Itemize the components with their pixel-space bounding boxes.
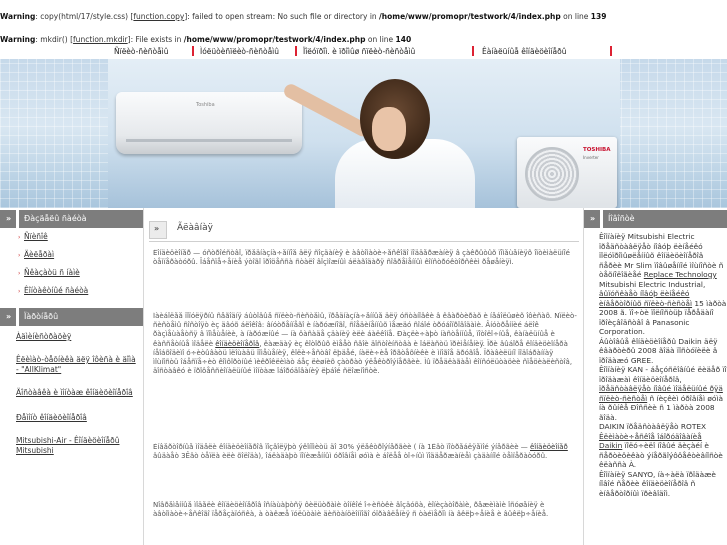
menu-item[interactable]: › Êîíòàêòíûé ñàéòà	[18, 286, 88, 295]
left-sidebar: » Ðàçäåëû ñàéòà › Ñïèñîê › Äèëåðàì › Ñêàçàò…	[0, 208, 143, 545]
conditioner-link[interactable]: êîíäèöèîíåð	[530, 443, 568, 451]
header-banner: Toshiba TOSHIBA Inverter	[0, 59, 727, 208]
warning-text: ]: failed to open stream: No such file o…	[184, 12, 380, 21]
indoor-unit-logo: Toshiba	[196, 102, 215, 108]
chevron-right-icon: »	[6, 214, 12, 223]
outdoor-ac-unit-image: TOSHIBA Inverter	[517, 137, 617, 208]
page-title: Ãëàâíàÿ	[177, 223, 213, 233]
nav-industrial-systems[interactable]: Ïîëóïðîì. è ïðîìûø ñïëèò-ñèñòåìû	[303, 47, 415, 56]
nav-multisplit-systems[interactable]: Ìóëüòèñïëèò-ñèñòåìû	[200, 47, 279, 56]
woman-face-image	[372, 107, 406, 151]
top-navigation: Ñïëèò-ñèñòåìû Ìóëüòèñïëèò-ñèñòåìû Ïîëóïð…	[108, 46, 620, 59]
fan-grille-icon	[525, 147, 579, 201]
body-paragraph: Íàèáîëåå ïîïóëÿðíû ñåãîäíÿ áûòîâûå ñïëèò…	[153, 312, 577, 376]
title-divider	[16, 210, 19, 228]
news-title: Íîâîñòè	[608, 214, 635, 223]
partner-link[interactable]: Êëèìàò-òåõíèêà äëÿ îôèñà è äîìà - "AllKl…	[16, 355, 140, 375]
news-item: DAIKIN ïðåäñòàâëÿåò ROTEX Êëèìàòè÷åñêîå …	[599, 422, 723, 469]
warning-text: : copy(html/17/style.css) [	[35, 12, 134, 21]
news-panel-title: » Íîâîñòè	[584, 210, 727, 228]
news-item: Êîìïàíèÿ Mitsubishi Electric ïðåäñòàâëÿå…	[599, 232, 724, 279]
php-warning-mkdir: Warning: mkdir() [function.mkdir]: File …	[0, 35, 411, 44]
chevron-right-icon: »	[149, 221, 167, 239]
warning-text: on line	[365, 35, 396, 44]
partners-title: Ïàðòíåðû	[24, 312, 59, 321]
toshiba-logo: TOSHIBA	[583, 147, 611, 153]
news-list: Êîìïàíèÿ Mitsubishi Electric ïðåäñòàâëÿå…	[599, 232, 727, 545]
menu-item[interactable]: › Ñêàçàòü ñ íàìè	[18, 268, 80, 277]
nav-split-systems[interactable]: Ñïëèò-ñèñòåìû	[114, 47, 169, 56]
warning-label: Warning	[0, 12, 36, 21]
nav-separator	[610, 46, 612, 56]
sections-panel-title: » Ðàçäåëû ñàéòà	[0, 210, 143, 228]
warning-line: 140	[395, 35, 412, 44]
php-warning-copy: Warning: copy(html/17/style.css) [functi…	[0, 12, 606, 21]
menu-item[interactable]: › Ñïèñîê	[18, 232, 48, 241]
intro-paragraph: Êîíäèöèîíåð — óñòðîéñòâî, ïðåäíàçíà÷åííî…	[153, 249, 570, 267]
title-divider	[600, 210, 603, 228]
partner-link[interactable]: Àäìèíèñòðàöèÿ	[16, 332, 140, 342]
news-item: Êîìïàíèÿ SANYO, íà÷àëà ïðîäàæè íîâîé ñåð…	[599, 469, 716, 498]
warning-text: : mkdir() [	[35, 35, 74, 44]
warning-text: ]: File exists in	[127, 35, 184, 44]
column-divider	[583, 208, 584, 545]
nav-separator	[295, 46, 297, 56]
features-paragraph: Ñîâðåìåííûå ìîäåëè êîíäèöèîíåðîâ îñíàùàþ…	[153, 501, 549, 519]
news-item: Êîìïàíèÿ KAN - áåçóñëîâíûé ëèäåð ïî ïðîä…	[599, 365, 727, 422]
nav-separator	[192, 46, 194, 56]
chevron-right-icon: »	[6, 312, 12, 321]
main-heading: » Ãëàâíàÿ	[149, 219, 579, 242]
partner-link[interactable]: Ðåìîíò êîíäèöèîíåðîâ	[16, 413, 140, 423]
partners-panel-title: » Ïàðòíåðû	[0, 308, 143, 326]
news-item: Áûòîâûå êîíäèöèîíåðû Daikin äëÿ êâàðòèðû…	[599, 336, 718, 365]
warning-line: 139	[590, 12, 607, 21]
chevron-right-icon: »	[590, 214, 596, 223]
sections-title: Ðàçäåëû ñàéòà	[24, 214, 87, 223]
nav-separator	[472, 46, 474, 56]
conditioners-link[interactable]: êîíäèöèîíåðîâ	[215, 340, 259, 348]
partner-link[interactable]: Mitsubishi-Air - Êîíäèöèîíåðû Mitsubishi	[16, 436, 140, 456]
warning-path: /home/www/promopr/testwork/4/index.php	[183, 35, 366, 44]
warning-path: /home/www/promopr/testwork/4/index.php	[379, 12, 561, 21]
nav-duct-conditioners[interactable]: Êàíàëüíûå êîíäèöèîíåðû	[482, 47, 567, 56]
news-item: Mitsubishi Electric Industrial, âûïóñêàå…	[599, 279, 727, 337]
function-mkdir-link[interactable]: function.mkdir	[73, 35, 128, 44]
inverter-label: Inverter	[583, 155, 599, 160]
menu-item[interactable]: › Äèëåðàì	[18, 250, 54, 259]
warning-text: on line	[560, 12, 591, 21]
indoor-ac-unit-image: Toshiba	[116, 92, 302, 154]
inverter-paragraph: Èíâåðòîðíûå ìîäåëè êîíäèöèîíåðîâ ïîçâîëÿ…	[153, 443, 568, 461]
function-copy-link[interactable]: function.copy	[133, 12, 184, 21]
partner-link[interactable]: Äîñòàâêà è ìîíòàæ êîíäèöèîíåðîâ	[16, 388, 140, 398]
column-divider	[143, 208, 144, 545]
warning-label: Warning	[0, 35, 36, 44]
title-divider	[16, 308, 19, 326]
